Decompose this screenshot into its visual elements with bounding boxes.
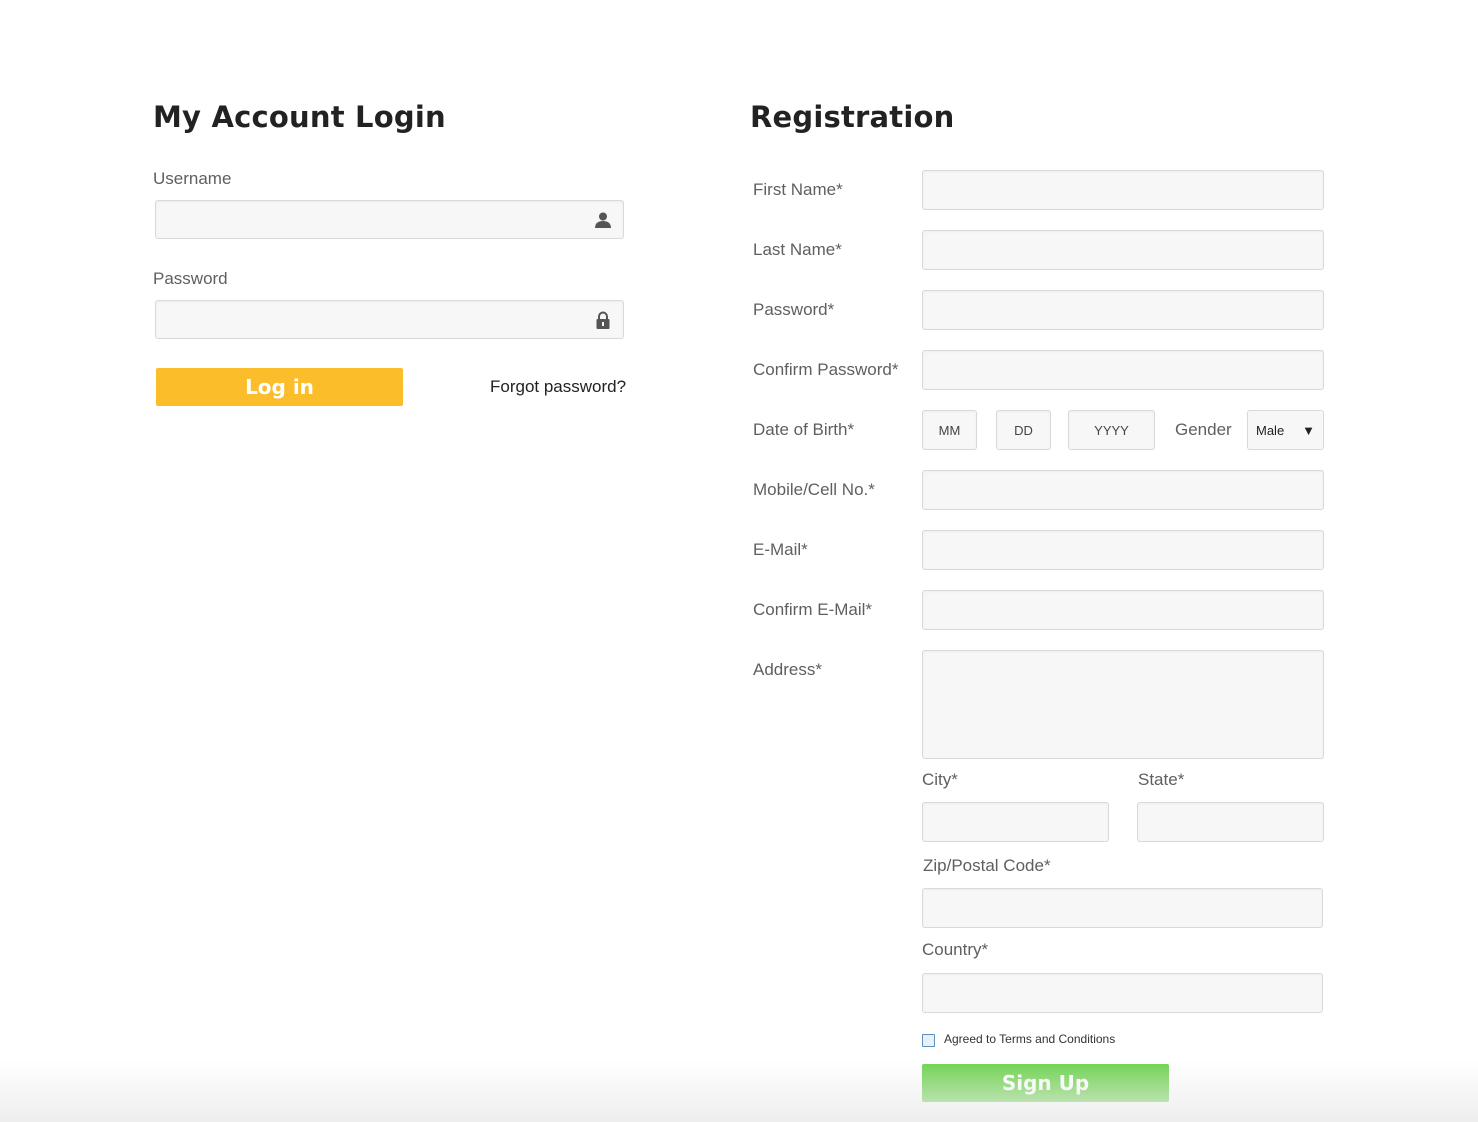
state-input[interactable] bbox=[1138, 803, 1323, 841]
username-input[interactable] bbox=[156, 201, 623, 238]
dob-month-input[interactable] bbox=[923, 411, 976, 449]
zip-field[interactable] bbox=[922, 888, 1323, 928]
username-field[interactable] bbox=[155, 200, 624, 239]
mobile-input[interactable] bbox=[923, 471, 1323, 509]
gender-selected-value: Male bbox=[1256, 422, 1285, 438]
reg-password-label: Password* bbox=[753, 300, 835, 319]
confirm-password-label: Confirm Password* bbox=[753, 360, 899, 379]
login-button[interactable]: Log in bbox=[156, 368, 403, 406]
gender-label: Gender bbox=[1175, 420, 1232, 439]
dob-year-input[interactable] bbox=[1069, 411, 1154, 449]
dob-year-field[interactable] bbox=[1068, 410, 1155, 450]
terms-label: Agreed to Terms and Conditions bbox=[944, 1032, 1116, 1046]
first-name-label: First Name* bbox=[753, 180, 843, 199]
confirm-email-field[interactable] bbox=[922, 590, 1324, 630]
lock-icon bbox=[596, 311, 610, 329]
country-label: Country* bbox=[922, 940, 989, 959]
dob-label: Date of Birth* bbox=[753, 420, 855, 439]
first-name-input[interactable] bbox=[923, 171, 1323, 209]
forgot-password-link[interactable]: Forgot password? bbox=[490, 377, 626, 397]
username-label: Username bbox=[153, 169, 232, 188]
city-label: City* bbox=[922, 770, 958, 789]
city-field[interactable] bbox=[922, 802, 1109, 842]
last-name-input[interactable] bbox=[923, 231, 1323, 269]
country-input[interactable] bbox=[923, 974, 1322, 1012]
reg-password-input[interactable] bbox=[923, 291, 1323, 329]
login-title: My Account Login bbox=[153, 100, 446, 134]
country-field[interactable] bbox=[922, 973, 1323, 1013]
zip-input[interactable] bbox=[923, 889, 1322, 927]
last-name-field[interactable] bbox=[922, 230, 1324, 270]
password-input[interactable] bbox=[156, 301, 623, 338]
confirm-email-input[interactable] bbox=[923, 591, 1323, 629]
dropdown-arrow-icon: ▼ bbox=[1302, 422, 1315, 438]
registration-title: Registration bbox=[750, 100, 955, 134]
dob-day-input[interactable] bbox=[997, 411, 1050, 449]
email-field[interactable] bbox=[922, 530, 1324, 570]
bottom-shadow bbox=[0, 1060, 1478, 1122]
address-label: Address* bbox=[753, 660, 822, 679]
address-field[interactable] bbox=[922, 650, 1324, 759]
mobile-field[interactable] bbox=[922, 470, 1324, 510]
user-icon bbox=[595, 212, 611, 228]
zip-label: Zip/Postal Code* bbox=[923, 856, 1051, 875]
mobile-label: Mobile/Cell No.* bbox=[753, 480, 875, 499]
reg-password-field[interactable] bbox=[922, 290, 1324, 330]
confirm-password-input[interactable] bbox=[923, 351, 1323, 389]
dob-month-field[interactable] bbox=[922, 410, 977, 450]
first-name-field[interactable] bbox=[922, 170, 1324, 210]
state-label: State* bbox=[1138, 770, 1185, 789]
password-field[interactable] bbox=[155, 300, 624, 339]
confirm-email-label: Confirm E-Mail* bbox=[753, 600, 873, 619]
address-textarea[interactable] bbox=[923, 651, 1323, 758]
last-name-label: Last Name* bbox=[753, 240, 842, 259]
password-label: Password bbox=[153, 269, 228, 288]
city-input[interactable] bbox=[923, 803, 1108, 841]
signup-button[interactable]: Sign Up bbox=[922, 1064, 1169, 1102]
confirm-password-field[interactable] bbox=[922, 350, 1324, 390]
terms-checkbox[interactable] bbox=[922, 1034, 935, 1047]
email-label: E-Mail* bbox=[753, 540, 808, 559]
dob-day-field[interactable] bbox=[996, 410, 1051, 450]
gender-select[interactable]: Male ▼ bbox=[1247, 410, 1324, 450]
email-input[interactable] bbox=[923, 531, 1323, 569]
state-field[interactable] bbox=[1137, 802, 1324, 842]
